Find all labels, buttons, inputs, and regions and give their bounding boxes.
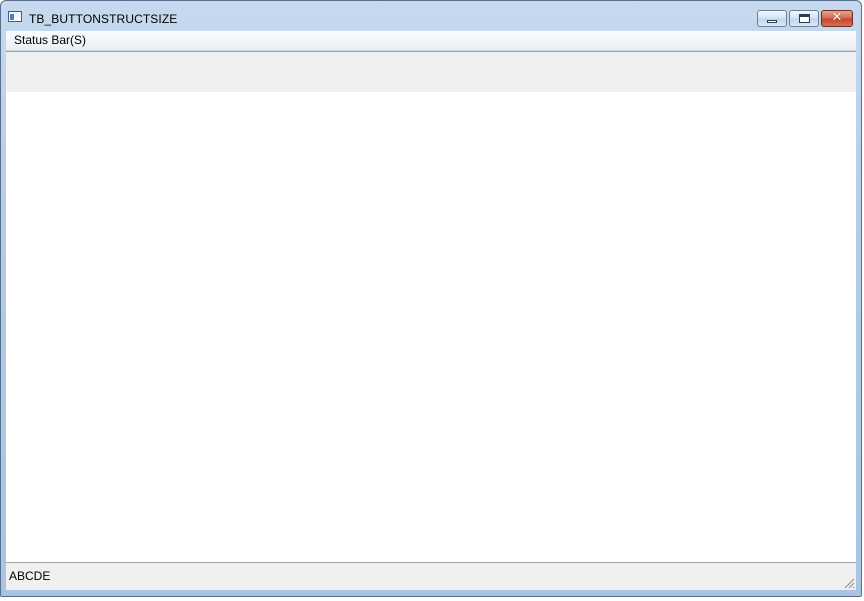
window-icon[interactable] bbox=[8, 11, 22, 22]
menu-bar: Status Bar(S) bbox=[6, 31, 856, 51]
status-text: ABCDE bbox=[9, 569, 51, 583]
title-bar[interactable]: TB_BUTTONSTRUCTSIZE ✕ bbox=[1, 1, 861, 31]
close-icon: ✕ bbox=[831, 10, 843, 25]
menu-item-status-bar[interactable]: Status Bar(S) bbox=[14, 33, 86, 47]
content-area[interactable] bbox=[6, 92, 856, 562]
maximize-button[interactable] bbox=[789, 10, 819, 27]
window-title: TB_BUTTONSTRUCTSIZE bbox=[29, 12, 178, 26]
status-bar: ABCDE bbox=[6, 562, 856, 590]
close-button[interactable]: ✕ bbox=[821, 10, 853, 27]
caption-buttons: ✕ bbox=[757, 10, 853, 28]
resize-grip-icon[interactable] bbox=[843, 577, 855, 589]
toolbar bbox=[6, 52, 856, 92]
minimize-icon bbox=[767, 20, 777, 23]
minimize-button[interactable] bbox=[757, 10, 787, 27]
app-window: TB_BUTTONSTRUCTSIZE ✕ Status Bar(S) ABCD… bbox=[0, 0, 862, 597]
maximize-icon bbox=[799, 14, 810, 23]
client-area: ABCDE bbox=[6, 51, 856, 590]
